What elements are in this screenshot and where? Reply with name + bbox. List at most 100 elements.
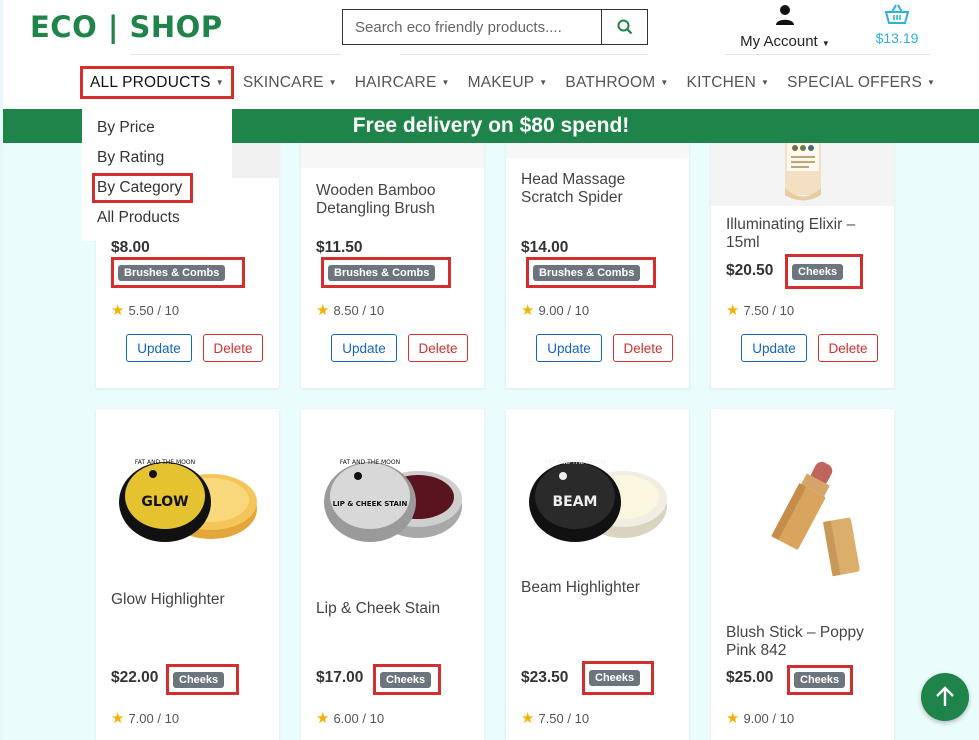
my-account-menu[interactable]: My Account ▼ xyxy=(730,4,840,50)
star-icon: ★ xyxy=(726,710,740,727)
nav-all-products[interactable]: ALL PRODUCTS ▼ xyxy=(80,66,234,99)
cart-total: $13.19 xyxy=(875,30,919,46)
product-image xyxy=(506,143,689,158)
product-title[interactable]: Wooden Bamboo Detangling Brush xyxy=(316,182,476,218)
blush-stick-image xyxy=(770,461,860,577)
update-button[interactable]: Update xyxy=(126,334,192,362)
update-button[interactable]: Update xyxy=(331,334,397,362)
header-divider xyxy=(725,54,930,55)
product-price: $25.00 xyxy=(726,669,774,686)
product-price: $22.00 xyxy=(111,669,159,686)
product-card[interactable]: Blush Stick – Poppy Pink 842 $25.00 Chee… xyxy=(711,409,894,740)
search-button[interactable] xyxy=(601,10,647,44)
delete-button[interactable]: Delete xyxy=(203,334,263,362)
header-divider xyxy=(400,54,648,55)
nav-haircare[interactable]: HAIRCARE ▼ xyxy=(346,74,459,92)
category-highlight: Cheeks xyxy=(166,664,239,695)
dropdown-by-category[interactable]: By Category xyxy=(92,173,193,203)
category-badge: Cheeks xyxy=(173,671,225,688)
tin-brand-text: FAT AND THE MOON xyxy=(339,459,399,466)
product-price: $20.50 xyxy=(726,262,774,279)
category-badge: Brushes & Combs xyxy=(533,264,641,281)
caret-down-icon: ▼ xyxy=(760,78,770,87)
category-highlight: Brushes & Combs xyxy=(526,257,656,288)
main-nav: ALL PRODUCTS ▼ SKINCARE ▼ HAIRCARE ▼ MAKEUP… xyxy=(80,66,944,99)
nav-kitchen[interactable]: KITCHEN ▼ xyxy=(678,74,779,92)
star-icon: ★ xyxy=(111,302,125,319)
product-card[interactable]: FAT AND THE MOON GLOW Glow Highlighter $2… xyxy=(96,409,279,740)
category-highlight: Cheeks xyxy=(373,664,441,695)
product-image: FAT AND THE MOON LIP & CHEEK STAIN xyxy=(301,419,484,569)
product-rating: ★ 8.50 / 10 xyxy=(316,302,385,319)
product-price: $8.00 xyxy=(111,239,150,256)
basket-icon xyxy=(884,4,910,24)
arrow-up-icon xyxy=(936,686,954,706)
delete-button[interactable]: Delete xyxy=(613,334,673,362)
star-icon: ★ xyxy=(521,302,535,319)
star-icon: ★ xyxy=(316,302,330,319)
product-rating: ★ 9.00 / 10 xyxy=(726,710,795,727)
user-icon xyxy=(776,5,794,25)
product-image: FAT AND THE MOON BEAM xyxy=(506,419,689,569)
caret-down-icon: ▼ xyxy=(215,78,224,87)
delete-button[interactable]: Delete xyxy=(818,334,878,362)
product-title[interactable]: Head Massage Scratch Spider xyxy=(521,171,681,207)
product-rating: ★ 7.00 / 10 xyxy=(111,710,180,727)
my-account-label: My Account ▼ xyxy=(740,33,830,50)
product-price: $17.00 xyxy=(316,669,364,686)
category-badge: Cheeks xyxy=(589,670,641,686)
product-card[interactable]: Illuminating Elixir – 15ml $20.50 Cheeks… xyxy=(711,143,894,388)
star-icon: ★ xyxy=(316,710,330,727)
dropdown-by-price[interactable]: By Price xyxy=(82,113,232,143)
nav-special-offers[interactable]: SPECIAL OFFERS ▼ xyxy=(778,74,944,92)
product-price: $23.50 xyxy=(521,669,569,686)
product-title[interactable]: Glow Highlighter xyxy=(111,591,271,609)
glow-tin-image: FAT AND THE MOON GLOW xyxy=(118,459,257,542)
star-icon: ★ xyxy=(111,710,125,727)
product-rating: ★ 9.00 / 10 xyxy=(521,302,590,319)
category-badge: Cheeks xyxy=(792,263,844,280)
product-card[interactable]: Head Massage Scratch Spider $14.00 Brush… xyxy=(506,143,689,388)
search-input[interactable] xyxy=(343,10,601,44)
category-highlight: Cheeks xyxy=(582,661,654,695)
search-form xyxy=(342,9,648,45)
dropdown-all-products[interactable]: All Products xyxy=(82,203,232,233)
caret-down-icon: ▼ xyxy=(660,78,669,87)
category-badge: Cheeks xyxy=(794,672,846,688)
site-logo[interactable]: ECO | SHOP xyxy=(30,10,223,44)
scroll-to-top-button[interactable] xyxy=(921,673,969,721)
update-button[interactable]: Update xyxy=(741,334,807,362)
category-highlight: Cheeks xyxy=(785,254,863,289)
product-title[interactable]: Lip & Cheek Stain xyxy=(316,600,476,618)
nav-makeup[interactable]: MAKEUP ▼ xyxy=(459,74,557,92)
product-title[interactable]: Blush Stick – Poppy Pink 842 xyxy=(726,624,886,660)
category-badge: Cheeks xyxy=(380,671,432,688)
update-button[interactable]: Update xyxy=(536,334,602,362)
lip-cheek-tin-image: FAT AND THE MOON LIP & CHEEK STAIN xyxy=(323,459,462,542)
search-icon xyxy=(617,19,632,35)
delete-button[interactable]: Delete xyxy=(408,334,468,362)
product-price: $11.50 xyxy=(316,239,363,256)
star-icon: ★ xyxy=(726,302,740,319)
elixir-bottle-image xyxy=(784,143,821,201)
nav-bathroom[interactable]: BATHROOM ▼ xyxy=(556,74,677,92)
tin-label-text: GLOW xyxy=(141,494,188,510)
caret-down-icon: ▼ xyxy=(328,78,337,87)
product-title[interactable]: Illuminating Elixir – 15ml xyxy=(726,216,886,252)
tin-brand-text: FAT AND THE MOON xyxy=(134,459,194,466)
product-rating: ★ 6.00 / 10 xyxy=(316,710,385,727)
product-card[interactable]: FAT AND THE MOON LIP & CHEEK STAIN Lip & … xyxy=(301,409,484,740)
product-card[interactable]: Wooden Bamboo Detangling Brush $11.50 Br… xyxy=(301,143,484,388)
caret-down-icon: ▼ xyxy=(926,78,936,87)
all-products-dropdown: By Price By Rating By Category All Produ… xyxy=(82,108,232,241)
cart-button[interactable]: $13.19 xyxy=(872,4,922,46)
product-price: $14.00 xyxy=(521,239,569,256)
product-title[interactable]: Beam Highlighter xyxy=(521,579,681,597)
product-image: FAT AND THE MOON GLOW xyxy=(96,419,279,569)
dropdown-by-rating[interactable]: By Rating xyxy=(82,143,232,173)
product-image xyxy=(301,143,484,168)
nav-skincare[interactable]: SKINCARE ▼ xyxy=(234,74,346,92)
tin-label-text: LIP & CHEEK STAIN xyxy=(332,500,407,508)
product-card[interactable]: FAT AND THE MOON BEAM Beam Highlighter $2… xyxy=(506,409,689,740)
product-rating: ★ 7.50 / 10 xyxy=(521,710,590,727)
